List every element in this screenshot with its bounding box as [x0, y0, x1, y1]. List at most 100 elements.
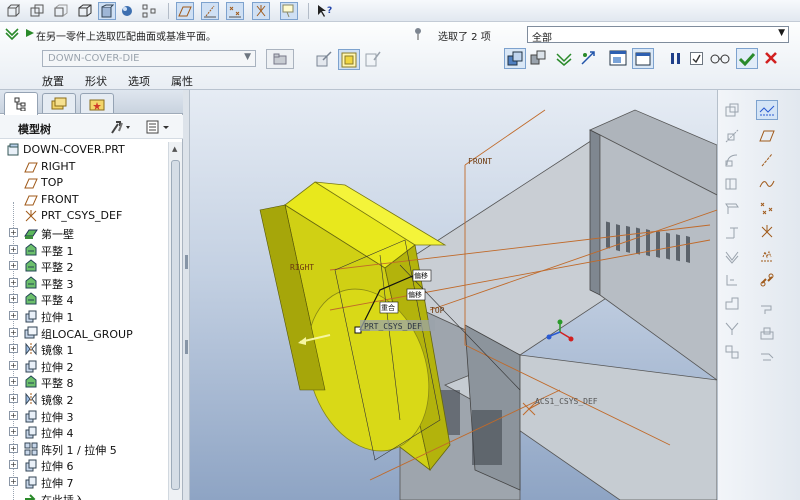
datum-curve-tool-icon[interactable]	[721, 150, 743, 170]
flatten-tool-icon[interactable]	[756, 348, 778, 368]
tree-expand-icon[interactable]: +	[9, 410, 18, 420]
flat-wall-tool-icon[interactable]	[721, 174, 743, 194]
open-model-button[interactable]	[266, 49, 294, 69]
tab-model-tree[interactable]	[4, 92, 38, 115]
tree-scrollbar[interactable]: ▲	[168, 142, 182, 500]
tree-item[interactable]: FRONT	[0, 192, 168, 208]
tree-item[interactable]: + 平整 1	[0, 242, 168, 258]
datum-point-display-icon[interactable]	[226, 2, 244, 20]
tab-favorites[interactable]	[80, 93, 114, 113]
display-hidden-line-icon[interactable]	[52, 2, 70, 20]
tree-item[interactable]: RIGHT	[0, 159, 168, 175]
tree-item[interactable]: + 镜像 2	[0, 391, 168, 407]
panel-splitter[interactable]	[183, 90, 190, 500]
merge-tool-icon[interactable]	[721, 342, 743, 362]
tree-item[interactable]: + 拉伸 1	[0, 308, 168, 324]
unbend-tool-icon[interactable]	[721, 246, 743, 266]
pin-icon[interactable]	[412, 27, 424, 44]
reference-model-combo[interactable]: DOWN-COVER-DIE ▼	[42, 50, 256, 67]
datum-curve-create-icon[interactable]	[756, 174, 778, 194]
show-component-icon[interactable]	[609, 50, 627, 69]
tree-expand-icon[interactable]: +	[9, 228, 18, 237]
tree-item[interactable]: + 平整 8	[0, 374, 168, 390]
sketch-view-tool-icon[interactable]	[756, 100, 778, 120]
tree-item[interactable]: + 平整 2	[0, 258, 168, 274]
datum-point-tree-icon[interactable]	[140, 2, 158, 20]
tree-expand-icon[interactable]: +	[9, 477, 18, 486]
tree-expand-icon[interactable]: +	[9, 460, 18, 470]
datum-axis-tool-icon[interactable]	[721, 126, 743, 146]
tree-item[interactable]: DOWN-COVER.PRT	[0, 142, 168, 158]
tab-properties[interactable]: 属性	[171, 73, 193, 89]
tree-expand-icon[interactable]: +	[9, 443, 18, 453]
tab-options[interactable]: 选项	[128, 73, 150, 89]
punch-tool-icon[interactable]	[756, 324, 778, 344]
tree-expand-icon[interactable]: +	[9, 377, 18, 387]
tree-item[interactable]: 在此插入	[0, 491, 168, 500]
tree-expand-icon[interactable]: +	[9, 394, 18, 403]
tree-expand-icon[interactable]: +	[9, 327, 18, 337]
scroll-thumb[interactable]	[171, 160, 180, 490]
bend-back-tool-icon[interactable]	[721, 270, 743, 290]
form-tool-icon[interactable]	[756, 300, 778, 320]
annotation-display-icon[interactable]	[280, 2, 298, 20]
tree-settings-button[interactable]	[109, 119, 133, 138]
tree-expand-icon[interactable]: +	[9, 311, 18, 320]
display-no-hidden-icon[interactable]	[76, 2, 94, 20]
datum-axis-create-icon[interactable]	[756, 150, 778, 170]
tree-item[interactable]: + 拉伸 2	[0, 358, 168, 374]
tab-folder-browser[interactable]	[42, 93, 76, 113]
separate-window-icon[interactable]	[338, 49, 360, 70]
spin-point-icon[interactable]	[118, 2, 136, 20]
csys-display-icon[interactable]	[252, 2, 270, 20]
csys-create-icon[interactable]	[756, 222, 778, 242]
tree-expand-icon[interactable]: +	[9, 360, 18, 370]
relation-chain-icon[interactable]	[756, 270, 778, 290]
datum-point-create-icon[interactable]	[756, 198, 778, 218]
move-component-icon[interactable]	[530, 50, 546, 69]
rip-tool-icon[interactable]	[721, 318, 743, 338]
constraint-coincident-icon[interactable]	[555, 50, 573, 69]
datum-axis-display-icon[interactable]	[201, 2, 219, 20]
tree-expand-icon[interactable]: +	[9, 427, 18, 437]
flange-wall-tool-icon[interactable]	[721, 198, 743, 218]
tree-item[interactable]: + 阵列 1 / 拉伸 5	[0, 441, 168, 457]
show-assembly-icon[interactable]	[632, 48, 654, 69]
tree-expand-icon[interactable]: +	[9, 294, 18, 304]
tree-item[interactable]: + 平整 4	[0, 291, 168, 307]
tree-expand-icon[interactable]: +	[9, 344, 18, 354]
selection-filter-select[interactable]: 全部 ▼	[527, 26, 789, 44]
preview-checkbox[interactable]	[690, 52, 703, 65]
graphics-viewport[interactable]: FRONT RIGHT TOP ACS1_CSYS_DEF PRT_CSYS_D…	[190, 90, 717, 500]
tree-item[interactable]: + 拉伸 7	[0, 474, 168, 490]
datum-plane-tool-icon[interactable]	[721, 100, 743, 120]
verify-glasses-icon[interactable]	[710, 51, 730, 68]
datum-plane-display-icon[interactable]	[176, 2, 194, 20]
extrude-tool-icon[interactable]	[721, 222, 743, 242]
spin-center-icon[interactable]	[4, 2, 22, 20]
display-wireframe-icon[interactable]	[28, 2, 46, 20]
tree-item[interactable]: + 第一壁	[0, 225, 168, 241]
tree-item[interactable]: TOP	[0, 175, 168, 191]
tree-item[interactable]: + 拉伸 4	[0, 424, 168, 440]
tree-item[interactable]: PRT_CSYS_DEF	[0, 208, 168, 224]
tree-item[interactable]: + 镜像 1	[0, 341, 168, 357]
constraint-toggle-icon[interactable]	[315, 50, 333, 71]
tree-expand-icon[interactable]: +	[9, 244, 18, 254]
tab-shape[interactable]: 形状	[85, 73, 107, 89]
display-shading-icon[interactable]	[98, 2, 116, 20]
analysis-feature-icon[interactable]	[756, 246, 778, 266]
tree-show-button[interactable]	[145, 119, 175, 138]
context-help-icon[interactable]: ?	[316, 2, 334, 20]
tree-item[interactable]: + 拉伸 3	[0, 408, 168, 424]
tree-expand-icon[interactable]: +	[9, 277, 18, 287]
tree-expand-icon[interactable]: +	[9, 261, 18, 271]
tree-item[interactable]: + 组LOCAL_GROUP	[0, 325, 168, 341]
flip-constraint-icon[interactable]	[580, 50, 598, 69]
pause-icon[interactable]	[670, 52, 682, 69]
cancel-button[interactable]	[764, 51, 778, 68]
use-mate-icon[interactable]	[504, 48, 526, 69]
tree-item[interactable]: + 拉伸 6	[0, 457, 168, 473]
tree-item[interactable]: + 平整 3	[0, 275, 168, 291]
ok-button[interactable]	[736, 48, 758, 69]
